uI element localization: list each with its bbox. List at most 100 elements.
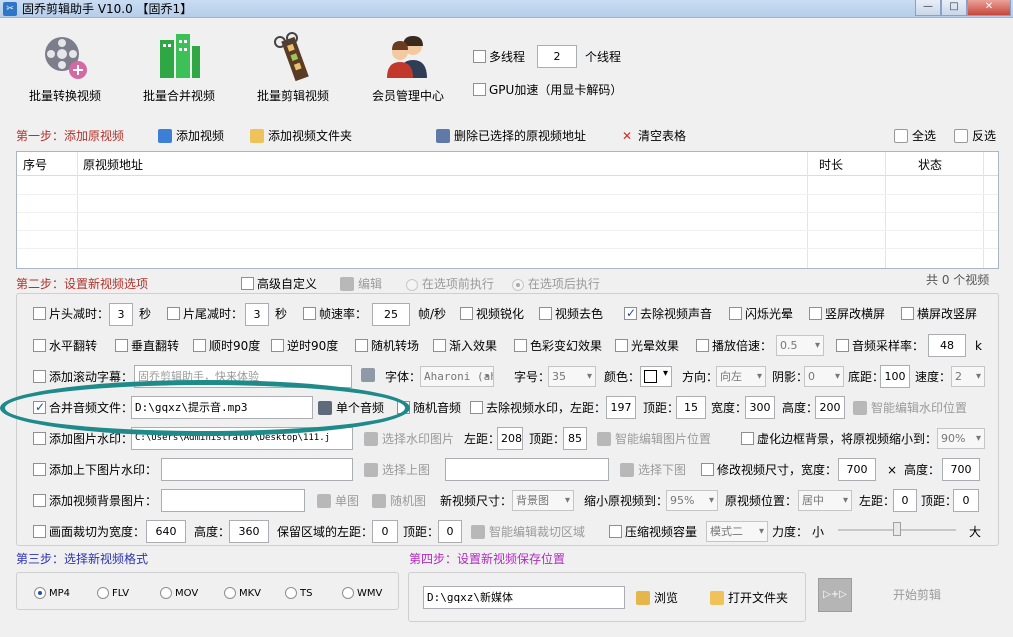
head-cut-input[interactable]: 3 xyxy=(109,303,133,326)
single-bg-image-button[interactable]: 单图 xyxy=(317,493,359,509)
radio-button[interactable] xyxy=(342,586,354,599)
cw90-option[interactable]: 顺时90度 xyxy=(193,338,260,354)
hflip-option[interactable]: 水平翻转 xyxy=(33,338,97,354)
col-status[interactable]: 状态 xyxy=(918,156,942,173)
sharpen-option[interactable]: 视频锐化 xyxy=(460,306,524,322)
bg-image-input[interactable] xyxy=(161,489,305,512)
speed-option[interactable]: 播放倍速： xyxy=(696,338,772,354)
img-top-input[interactable]: 85 xyxy=(563,427,587,450)
smart-crop-button[interactable]: 智能编辑裁切区域 xyxy=(471,524,585,540)
col-source-path[interactable]: 原视频地址 xyxy=(83,156,143,173)
pos-left-input[interactable]: 0 xyxy=(893,489,917,512)
format-radio-mov[interactable]: MOV xyxy=(160,584,198,602)
start-edit-button[interactable]: 开始剪辑 xyxy=(893,587,941,603)
resize-width-input[interactable]: 700 xyxy=(838,458,876,481)
col-index[interactable]: 序号 xyxy=(23,156,47,173)
strength-slider-thumb[interactable] xyxy=(893,522,901,536)
batch-merge-button[interactable]: 批量合并视频 xyxy=(129,32,229,104)
before-option-radio[interactable]: 在选项前执行 xyxy=(406,276,494,292)
resize-height-input[interactable]: 700 xyxy=(942,458,980,481)
shadow-select[interactable]: 0 xyxy=(804,366,844,387)
wm-top-input[interactable]: 15 xyxy=(676,396,706,419)
remove-audio-option[interactable]: 去除视频声音 xyxy=(624,305,712,322)
radio-button[interactable] xyxy=(285,586,297,599)
shrink-select[interactable]: 95% xyxy=(666,490,718,511)
minimize-button[interactable]: — xyxy=(915,0,941,16)
new-size-select[interactable]: 背景图 xyxy=(512,490,574,511)
wm-width-input[interactable]: 300 xyxy=(745,396,775,419)
ccw90-option[interactable]: 逆时90度 xyxy=(271,338,338,354)
compress-mode-select[interactable]: 模式二 xyxy=(706,521,768,542)
bottom-image-input[interactable] xyxy=(445,458,609,481)
tail-cut-input[interactable]: 3 xyxy=(245,303,269,326)
font-size-select[interactable]: 35 xyxy=(548,366,596,387)
close-button[interactable]: ✕ xyxy=(967,0,1011,16)
speed-select[interactable]: 0.5 xyxy=(776,335,824,356)
topbottom-wm-option[interactable]: 添加上下图片水印： xyxy=(33,462,157,478)
format-radio-flv[interactable]: FLV xyxy=(97,584,129,602)
img-left-input[interactable]: 208 xyxy=(497,427,523,450)
format-radio-mkv[interactable]: MKV xyxy=(224,584,261,602)
invert-selection-button[interactable]: 反选 xyxy=(954,128,996,144)
gpu-checkbox[interactable] xyxy=(473,83,486,96)
radio-button[interactable] xyxy=(97,586,109,599)
keep-top-input[interactable]: 0 xyxy=(438,520,462,543)
choose-wm-image-button[interactable]: 选择水印图片 xyxy=(364,431,454,447)
direction-select[interactable]: 向左 xyxy=(716,366,766,387)
bottom-margin-input[interactable]: 100 xyxy=(880,365,910,388)
add-video-button[interactable]: 添加视频 xyxy=(158,128,224,144)
save-path-input[interactable]: D:\gqxz\新媒体 xyxy=(423,586,625,609)
col-duration[interactable]: 时长 xyxy=(819,156,843,173)
wm-height-input[interactable]: 200 xyxy=(815,396,845,419)
framerate-option[interactable]: 帧速率： xyxy=(303,306,367,322)
color-picker[interactable]: ▾ xyxy=(640,366,672,387)
framerate-input[interactable]: 25 xyxy=(372,303,410,326)
start-edit-icon[interactable]: ▷+▷ xyxy=(818,578,852,612)
open-folder-button[interactable]: 打开文件夹 xyxy=(710,590,788,606)
crop-height-input[interactable]: 360 xyxy=(229,520,269,543)
glow-option[interactable]: 光晕效果 xyxy=(615,338,679,354)
advanced-custom-option[interactable]: 高级自定义 xyxy=(241,276,317,292)
sample-rate-input[interactable]: 48 xyxy=(928,334,966,357)
blur-bg-option[interactable]: 虚化边框背景，将原视频缩小到： xyxy=(741,431,937,447)
color-change-option[interactable]: 色彩变幻效果 xyxy=(514,338,602,354)
decolor-option[interactable]: 视频去色 xyxy=(539,306,603,322)
radio-button[interactable] xyxy=(34,586,46,599)
browse-button[interactable]: 浏览 xyxy=(636,590,678,606)
radio-button[interactable] xyxy=(160,586,172,599)
multithread-checkbox[interactable] xyxy=(473,50,486,63)
subtitle-settings-icon[interactable] xyxy=(361,367,379,382)
top-image-input[interactable] xyxy=(161,458,353,481)
pos-top-input[interactable]: 0 xyxy=(953,489,979,512)
radio-button[interactable] xyxy=(224,586,236,599)
remove-watermark-option[interactable]: 去除视频水印，左距： xyxy=(470,400,606,416)
crop-option[interactable]: 画面裁切为宽度： xyxy=(33,524,145,540)
head-cut-option[interactable]: 片头减时： xyxy=(33,306,109,322)
batch-edit-button[interactable]: 批量剪辑视频 xyxy=(243,32,343,104)
h2v-option[interactable]: 横屏改竖屏 xyxy=(901,306,977,322)
orig-pos-select[interactable]: 居中 xyxy=(798,490,852,511)
add-folder-button[interactable]: 添加视频文件夹 xyxy=(250,128,352,144)
compress-option[interactable]: 压缩视频容量 xyxy=(609,524,697,540)
edit-button[interactable]: 编辑 xyxy=(340,276,382,292)
strength-slider[interactable] xyxy=(838,522,956,538)
format-radio-mp4[interactable]: MP4 xyxy=(34,584,70,602)
video-table[interactable]: 序号 原视频地址 时长 状态 xyxy=(16,151,999,269)
font-select[interactable]: Aharoni (ahr xyxy=(420,366,494,387)
tail-cut-option[interactable]: 片尾减时： xyxy=(167,306,243,322)
choose-top-image-button[interactable]: 选择上图 xyxy=(364,462,430,478)
format-radio-ts[interactable]: TS xyxy=(285,584,312,602)
flash-option[interactable]: 闪烁光晕 xyxy=(729,306,793,322)
maximize-button[interactable]: □ xyxy=(941,0,967,16)
random-transition-option[interactable]: 随机转场 xyxy=(355,338,419,354)
wm-left-input[interactable]: 197 xyxy=(606,396,636,419)
member-center-button[interactable]: 会员管理中心 xyxy=(358,32,458,104)
multithread-option[interactable]: 多线程 xyxy=(473,49,525,65)
format-radio-wmv[interactable]: WMV xyxy=(342,584,382,602)
delete-selected-button[interactable]: 删除已选择的原视频地址 xyxy=(436,128,586,144)
sample-rate-option[interactable]: 音频采样率： xyxy=(836,338,924,354)
smart-img-pos-button[interactable]: 智能编辑图片位置 xyxy=(597,431,711,447)
gpu-option[interactable]: GPU加速（用显卡解码） xyxy=(473,82,622,98)
after-option-radio[interactable]: 在选项后执行 xyxy=(512,276,600,292)
blur-scale-select[interactable]: 90% xyxy=(937,428,985,449)
